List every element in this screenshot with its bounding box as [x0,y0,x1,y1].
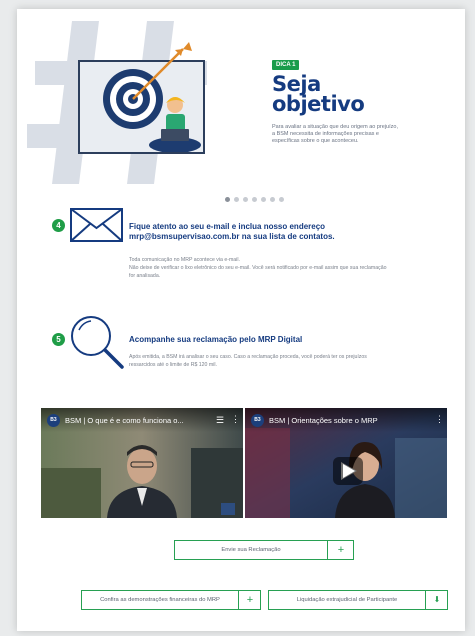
plus-icon: + [246,594,254,606]
financial-statements-label: Confira as demonstrações financeiras do … [100,597,220,603]
carousel-dot[interactable] [225,197,230,202]
watch-later-icon[interactable]: ☰ [216,415,224,426]
step-5-title: Acompanhe sua reclamação pelo MRP Digita… [129,335,303,344]
envelope-icon [70,208,123,242]
carousel-dot[interactable] [261,197,266,202]
tip-description: Para avaliar a situação que deu origem a… [272,124,398,144]
carousel-dot[interactable] [279,197,284,202]
step-4-text: Toda comunicação no MRP acontece via e-m… [129,256,449,280]
tip-card: DICA 1 Seja objetivo Para avaliar a situ… [272,53,412,145]
video-player-1[interactable]: B3 BSM | O que é e como funciona o... ☰ … [41,408,243,518]
more-options-icon[interactable]: ⋮ [231,414,240,425]
carousel-dot[interactable] [234,197,239,202]
step-5-text-line1: Após emitida, a BSM irá analisar o seu c… [129,354,367,360]
carousel-dots [225,197,284,202]
hero-banner: DICA 1 Seja objetivo Para avaliar a situ… [17,9,465,199]
tip-title-line1: Seja [272,72,321,96]
plus-icon: + [337,544,345,556]
step-number-badge: 5 [52,333,65,346]
step-5-text-line2: ressarcidos até o limite de R$ 120 mil. [129,362,217,368]
send-complaint-button[interactable]: Envie sua Reclamação + [174,540,354,560]
step-4-text-line2: Não deixe de verificar o lixo eletrônico… [129,265,387,271]
tip-badge: DICA 1 [272,60,300,70]
step-4-text-line3: for analisada. [129,273,161,279]
tip-title: Seja objetivo [272,72,412,116]
step-number-badge: 4 [52,219,65,232]
step-4-title: Fique atento ao seu e-mail e inclua noss… [129,222,429,242]
carousel-dot[interactable] [270,197,275,202]
video-header: B3 BSM | O que é e como funciona o... ☰ … [41,408,243,432]
tip-title-line2: objetivo [272,92,365,116]
video-player-2[interactable]: B3 BSM | Orientações sobre o MRP ⋮ [245,408,447,518]
video-title[interactable]: BSM | Orientações sobre o MRP [269,416,378,425]
page: DICA 1 Seja objetivo Para avaliar a situ… [17,9,465,631]
download-icon: ⬇ [433,595,441,604]
carousel-dot[interactable] [243,197,248,202]
step-4-title-line2: mrp@bsmsupervisao.com.br na sua lista de… [129,232,335,241]
step-4-title-line1: Fique atento ao seu e-mail e inclua noss… [129,222,326,231]
send-complaint-label: Envie sua Reclamação [221,547,281,553]
financial-statements-button[interactable]: Confira as demonstrações financeiras do … [81,590,261,610]
channel-logo: B3 [47,414,60,427]
magnifier-icon [71,316,124,369]
more-options-icon[interactable]: ⋮ [435,414,444,425]
step-4-text-line1: Toda comunicação no MRP acontece via e-m… [129,257,240,263]
liquidation-label: Liquidação extrajudicial de Participante [296,597,398,603]
step-5-text: Após emitida, a BSM irá analisar o seu c… [129,353,449,369]
video-title[interactable]: BSM | O que é e como funciona o... [65,416,184,425]
channel-logo: B3 [251,414,264,427]
carousel-dot[interactable] [252,197,257,202]
video-header: B3 BSM | Orientações sobre o MRP ⋮ [245,408,447,432]
hero-illustration [27,21,207,184]
liquidation-button[interactable]: Liquidação extrajudicial de Participante… [268,590,448,610]
